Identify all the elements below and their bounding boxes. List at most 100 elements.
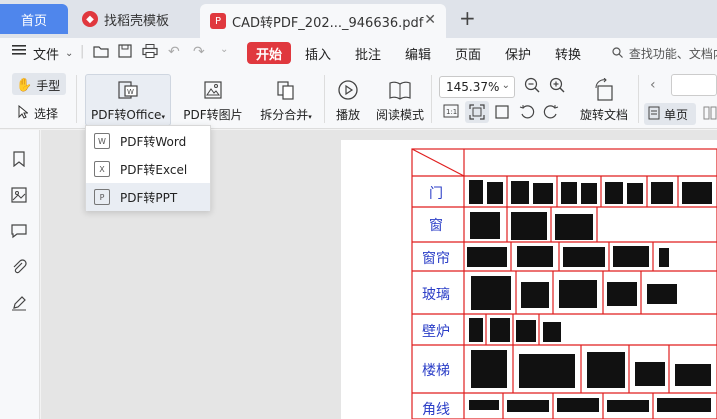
ppt-doc-icon: P <box>94 189 110 205</box>
read-mode-button[interactable]: 阅读模式 <box>374 78 426 123</box>
read-mode-label: 阅读模式 <box>375 108 424 122</box>
pdf-to-image-icon <box>201 78 225 102</box>
double-page-icon[interactable] <box>703 106 717 120</box>
select-tool-button[interactable]: 选择 <box>18 104 59 122</box>
fit-page-icon[interactable] <box>469 104 485 120</box>
menu-tab-page[interactable]: 页面 <box>455 44 481 63</box>
zoom-in-icon[interactable] <box>549 77 565 93</box>
dropdown-item-label: PDF转Excel <box>120 162 188 177</box>
book-icon <box>388 78 412 102</box>
rotate-document-button[interactable]: 旋转文档 <box>576 78 632 123</box>
menu-tab-convert[interactable]: 转换 <box>555 44 581 63</box>
divider <box>431 75 432 123</box>
chevron-down-icon: ⌄ <box>65 48 74 59</box>
search-function[interactable]: 查找功能、文档内 <box>612 45 717 62</box>
divider <box>76 75 77 123</box>
tab-template[interactable]: ◆ 找稻壳模板 <box>70 4 196 34</box>
tab-active-document[interactable]: P CAD转PDF_202..._946636.pdf ✕ <box>200 4 446 38</box>
docer-logo-icon: ◆ <box>82 11 98 27</box>
hand-tool-label: 手型 <box>36 79 61 93</box>
more-chevron-icon[interactable]: ⌄ <box>220 44 228 55</box>
pdf-page: 门 窗 窗帘 玻璃 壁炉 楼梯 角线 <box>341 140 717 419</box>
print-icon[interactable] <box>142 44 158 58</box>
row-label-door: 门 <box>429 186 443 202</box>
excel-doc-icon: X <box>94 161 110 177</box>
pdf-file-icon: P <box>210 13 226 29</box>
zoom-out-icon[interactable] <box>524 77 540 93</box>
zoom-select[interactable]: 145.37% ⌄ <box>439 76 515 98</box>
signature-pen-icon[interactable] <box>10 294 28 312</box>
single-page-label: 单页 <box>664 108 689 122</box>
search-icon <box>612 47 623 61</box>
zoom-value: 145.37% <box>446 80 500 94</box>
dropdown-item-label: PDF转PPT <box>120 190 178 205</box>
menu-tab-annotate[interactable]: 批注 <box>355 44 381 63</box>
divider: | <box>80 44 85 59</box>
cad-symbols <box>467 180 712 412</box>
tab-template-label: 找稻壳模板 <box>104 13 170 29</box>
menu-tab-edit[interactable]: 编辑 <box>405 44 431 63</box>
row-label-curtain: 窗帘 <box>422 251 450 267</box>
search-label: 查找功能、文档内 <box>628 47 717 61</box>
file-menu[interactable]: 文件 ⌄ <box>33 44 73 63</box>
bookmark-icon[interactable] <box>10 150 28 168</box>
file-menu-label: 文件 <box>33 48 60 63</box>
rotate-document-label: 旋转文档 <box>579 108 628 122</box>
divider <box>638 75 639 123</box>
split-merge-button[interactable]: 拆分合并▾ <box>255 78 317 123</box>
single-page-icon <box>648 106 660 123</box>
save-icon[interactable] <box>118 44 132 58</box>
row-label-window: 窗 <box>429 218 443 234</box>
select-tool-label: 选择 <box>34 107 59 121</box>
dropdown-item-pdf-to-word[interactable]: W PDF转Word <box>86 127 210 155</box>
row-label-glass: 玻璃 <box>422 287 450 303</box>
row-label-stairs: 楼梯 <box>422 363 450 379</box>
attachment-icon[interactable] <box>10 258 28 276</box>
menu-bar: 文件 ⌄ | ↶ ↷ ⌄ 开始 插入 批注 编辑 页面 保护 转换 查找功能、文… <box>0 38 717 69</box>
row-label-fireplace: 壁炉 <box>422 324 450 340</box>
divider <box>324 75 325 123</box>
comment-icon[interactable] <box>10 222 28 240</box>
tab-bar: 首页 ◆ 找稻壳模板 P CAD转PDF_202..._946636.pdf ✕… <box>0 0 717 38</box>
rotate-right-icon[interactable] <box>543 104 559 120</box>
play-button[interactable]: 播放 <box>332 78 364 123</box>
chevron-down-icon: ⌄ <box>501 80 510 91</box>
redo-icon[interactable]: ↷ <box>193 44 205 60</box>
caret-down-icon: ▾ <box>161 113 165 121</box>
single-page-button[interactable]: 单页 <box>648 106 688 123</box>
split-merge-label: 拆分合并 <box>260 108 309 122</box>
dropdown-item-pdf-to-excel[interactable]: X PDF转Excel <box>86 155 210 183</box>
open-folder-icon[interactable] <box>93 44 109 58</box>
rotate-left-icon[interactable] <box>519 104 535 120</box>
page-number-input[interactable] <box>671 74 717 96</box>
caret-down-icon: ▾ <box>308 113 312 121</box>
word-doc-icon: W <box>94 133 110 149</box>
ribbon-toolbar: ✋ 手型 选择 W PDF转Office▾ PDF转图片 拆分合并▾ 播放 阅读… <box>0 69 717 129</box>
undo-icon[interactable]: ↶ <box>168 44 180 60</box>
close-tab-icon[interactable]: ✕ <box>424 12 436 28</box>
pdf-to-office-icon: W <box>116 78 140 102</box>
hand-tool-button[interactable]: ✋ 手型 <box>16 77 60 94</box>
pdf-to-office-button[interactable]: W PDF转Office▾ <box>89 78 167 123</box>
hamburger-menu-icon[interactable] <box>12 44 26 56</box>
thumbnail-image-icon[interactable] <box>10 186 28 204</box>
dropdown-item-label: PDF转Word <box>120 134 187 149</box>
pdf-to-image-button[interactable]: PDF转图片 <box>182 78 244 123</box>
previous-page-icon[interactable]: ‹ <box>650 77 656 93</box>
menu-tab-start[interactable]: 开始 <box>247 42 291 64</box>
cursor-arrow-icon <box>18 104 29 122</box>
menu-tab-protect[interactable]: 保护 <box>505 44 531 63</box>
fit-width-icon[interactable] <box>494 104 510 120</box>
tab-active-label: CAD转PDF_202..._946636.pdf <box>232 15 424 31</box>
pdf-to-office-label: PDF转Office <box>91 108 162 122</box>
menu-tab-insert[interactable]: 插入 <box>305 44 331 63</box>
tab-home[interactable]: 首页 <box>0 4 68 34</box>
row-label-cornice: 角线 <box>422 402 450 418</box>
tab-home-label: 首页 <box>20 13 47 29</box>
actual-size-icon[interactable]: 1:1 <box>443 104 459 118</box>
split-merge-icon <box>274 78 298 102</box>
dropdown-item-pdf-to-ppt[interactable]: P PDF转PPT <box>86 183 210 211</box>
play-icon <box>336 78 360 102</box>
play-label: 播放 <box>335 108 360 122</box>
new-tab-icon[interactable]: + <box>459 6 476 30</box>
